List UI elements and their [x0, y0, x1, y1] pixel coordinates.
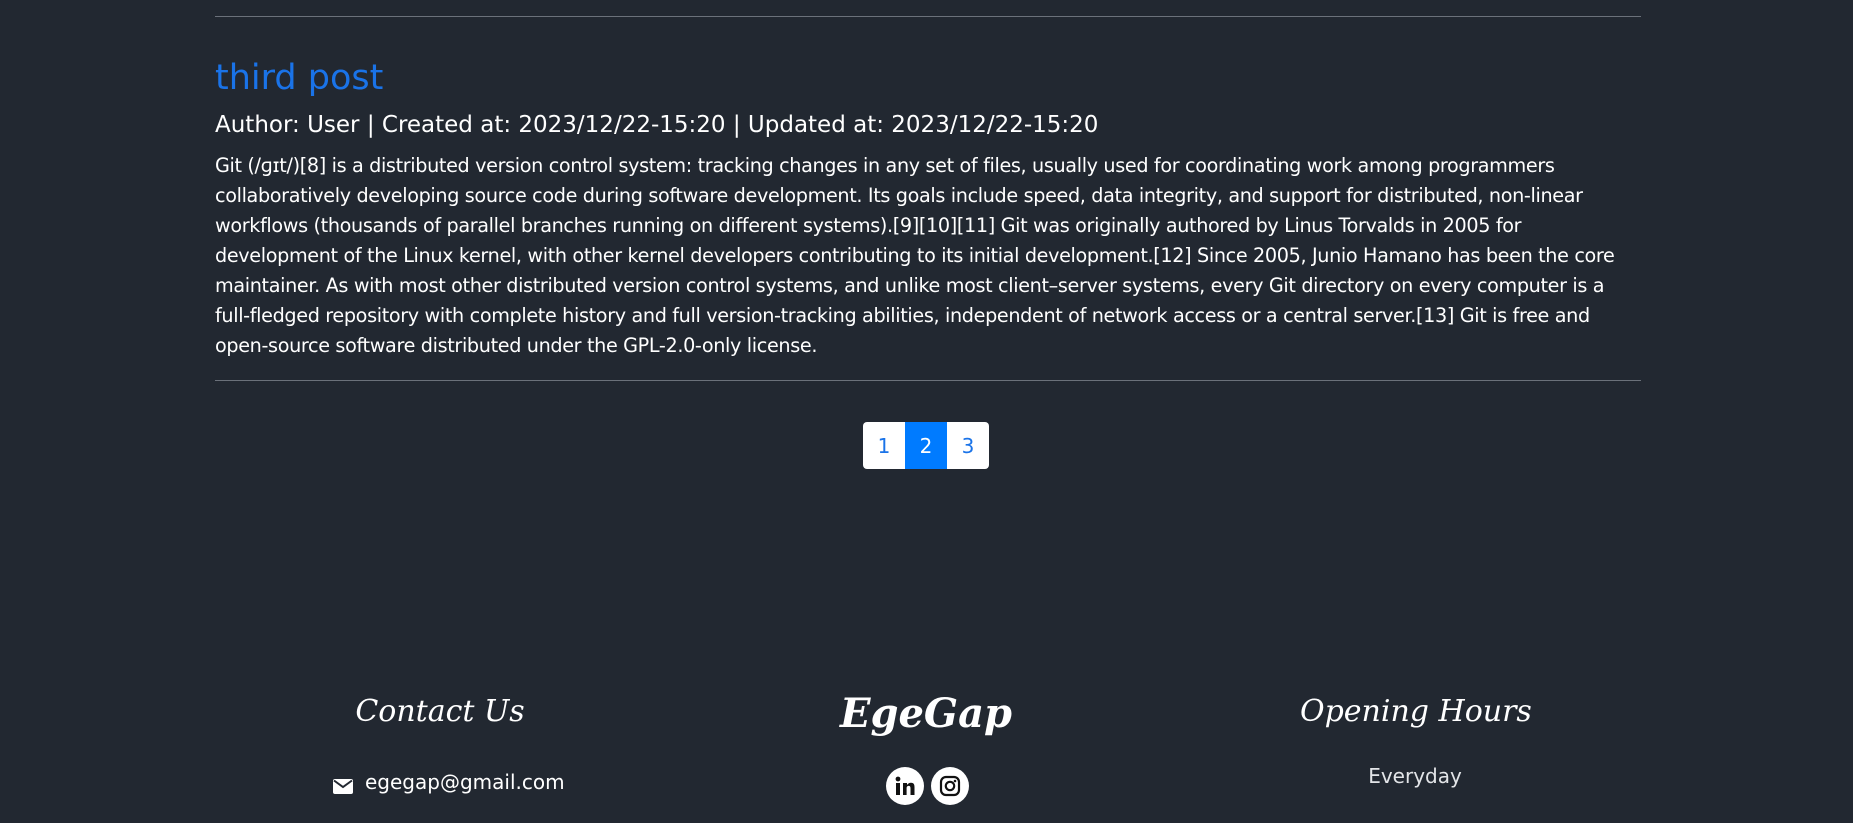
footer-hours: Opening Hours	[1300, 694, 1532, 729]
instagram-icon[interactable]	[931, 767, 969, 805]
bottom-divider	[215, 380, 1641, 381]
page-link-1[interactable]: 1	[863, 422, 905, 469]
post-title-link[interactable]: third post	[215, 56, 383, 100]
hours-text: Everyday	[1368, 764, 1462, 788]
page-link-3[interactable]: 3	[947, 422, 989, 469]
footer-contact: Contact Us	[320, 694, 560, 729]
envelope-icon	[333, 775, 353, 794]
top-divider	[215, 16, 1641, 17]
contact-email-line[interactable]: egegap@gmail.com	[333, 770, 565, 794]
contact-email[interactable]: egegap@gmail.com	[365, 770, 565, 794]
post-body: Git (/ɡɪt/)[8] is a distributed version …	[215, 154, 1615, 357]
social-links	[886, 767, 969, 805]
linkedin-icon[interactable]	[886, 767, 924, 805]
post-meta: Author: User | Created at: 2023/12/22-15…	[215, 112, 1099, 138]
page-link-2-active[interactable]: 2	[905, 422, 947, 469]
brand-name: EgeGap	[840, 690, 1012, 737]
pagination: 1 2 3	[863, 422, 989, 469]
footer-brand: EgeGap	[826, 690, 1026, 737]
hours-heading: Opening Hours	[1300, 694, 1532, 729]
contact-heading: Contact Us	[355, 694, 525, 729]
